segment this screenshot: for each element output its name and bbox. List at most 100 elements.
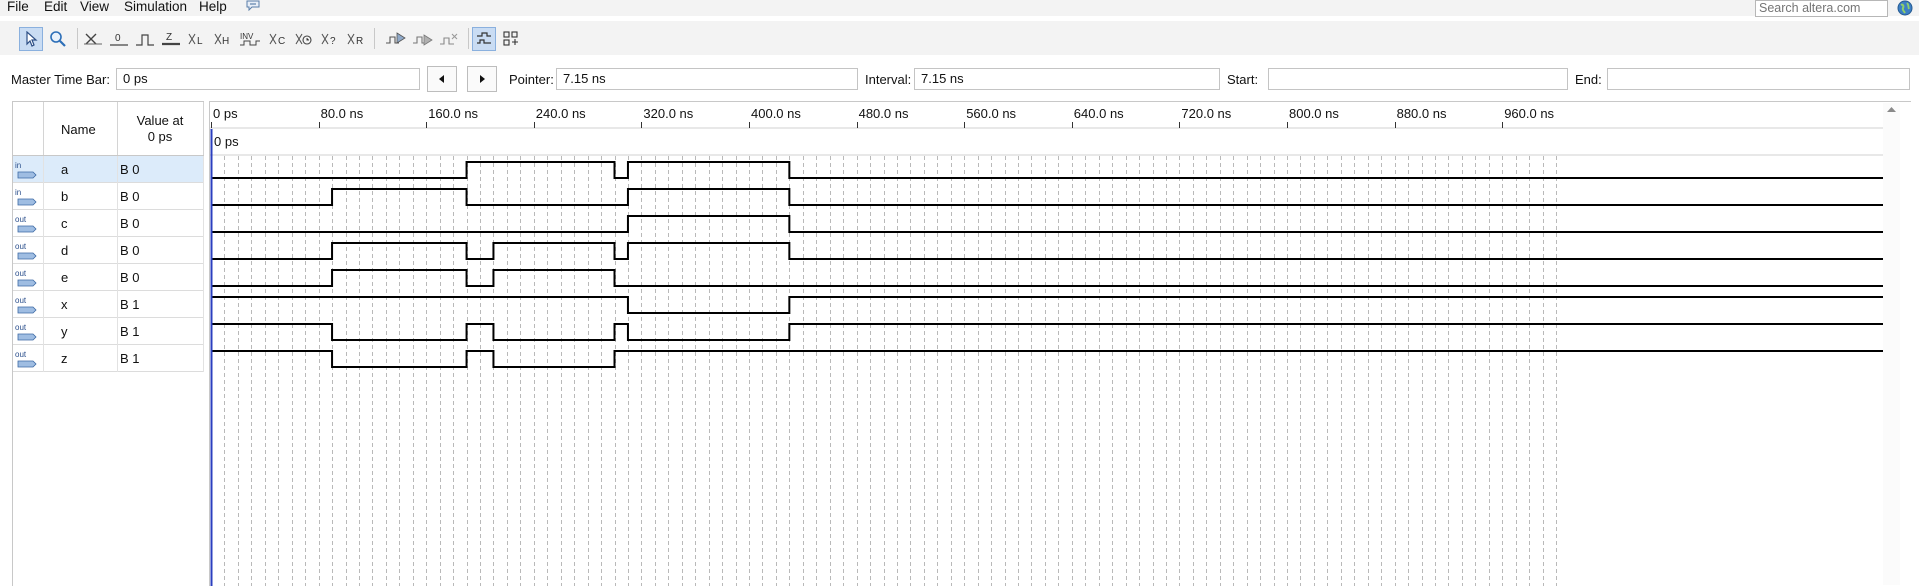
column-divider: [203, 102, 204, 155]
signal-row-e[interactable]: out e B 0: [13, 264, 204, 291]
signal-name: b: [61, 189, 69, 204]
force-low-button[interactable]: 0: [107, 27, 131, 51]
time-scale-label: 800.0 ns: [1289, 106, 1339, 121]
svg-text:in: in: [15, 161, 21, 170]
force-weak-high-button[interactable]: H: [211, 27, 235, 51]
run-functional-simulation-icon: [386, 32, 406, 44]
force-weak-low-button[interactable]: L: [185, 27, 209, 51]
master-time-bar-field[interactable]: 0 ps: [116, 68, 420, 90]
column-divider: [203, 210, 204, 237]
menu-file[interactable]: File: [7, 0, 29, 14]
interval-label: Interval:: [865, 72, 912, 87]
overwrite-clock-button[interactable]: [292, 27, 316, 51]
force-low-icon: 0: [110, 33, 128, 46]
force-high-impedance-icon: Z: [162, 32, 180, 46]
column-divider: [117, 264, 118, 291]
time-scale-label: 240.0 ns: [536, 106, 586, 121]
column-divider: [117, 291, 118, 318]
signal-list: Name Value at 0 ps in a B 0 in b B 0 out…: [12, 101, 204, 586]
svg-text:in: in: [15, 188, 21, 197]
output-pin-icon: out: [15, 350, 37, 368]
triangle-right-icon: [480, 75, 485, 83]
waveform-canvas[interactable]: 0 ps 80.0 ns 160.0 ns 240.0 ns 320.0 ns 400.0…: [210, 102, 1911, 586]
search-box: [1755, 0, 1888, 17]
svg-text:out: out: [15, 323, 27, 332]
column-divider: [203, 183, 204, 210]
signal-value: B 1: [120, 324, 140, 339]
time-scale-label: 960.0 ns: [1504, 106, 1554, 121]
signal-name: x: [61, 297, 68, 312]
time-cursor[interactable]: 0 ps: [210, 129, 240, 586]
snap-to-grid-icon: [503, 31, 518, 46]
start-field[interactable]: [1268, 68, 1568, 90]
column-divider: [117, 156, 118, 183]
svg-text:0: 0: [115, 33, 121, 44]
signal-row-b[interactable]: in b B 0: [13, 183, 204, 210]
signal-name: c: [61, 216, 68, 231]
pointer-label: Pointer:: [509, 72, 554, 87]
time-scale-label: 0 ps: [213, 106, 238, 121]
time-scale-label: 80.0 ns: [321, 106, 364, 121]
chat-icon[interactable]: [246, 0, 260, 11]
force-unknown-button[interactable]: [81, 27, 105, 51]
run-timing-simulation-button[interactable]: [411, 27, 435, 51]
pointer-field: 7.15 ns: [556, 68, 858, 90]
search-input[interactable]: [1756, 1, 1885, 15]
waveform-panel[interactable]: 0 ps 80.0 ns 160.0 ns 240.0 ns 320.0 ns 400.0…: [209, 101, 1911, 586]
previous-transition-button[interactable]: [427, 66, 457, 92]
invert-button[interactable]: INV: [238, 27, 262, 51]
force-high-button[interactable]: [133, 27, 157, 51]
signal-value: B 0: [120, 270, 140, 285]
waveforms: [211, 161, 1886, 368]
signal-row-a[interactable]: in a B 0: [13, 156, 204, 183]
output-pin-icon: out: [15, 296, 37, 314]
menu-help[interactable]: Help: [199, 0, 227, 14]
next-transition-button[interactable]: [467, 66, 497, 92]
count-value-button[interactable]: C: [266, 27, 290, 51]
random-values-icon: R: [347, 33, 363, 47]
force-weak-low-icon: L: [188, 33, 203, 47]
menu-simulation[interactable]: Simulation: [124, 0, 187, 14]
toolbar-separator: [468, 28, 469, 49]
waveform-a: [211, 161, 1886, 179]
zoom-tool-button[interactable]: [46, 27, 70, 51]
signal-row-z[interactable]: out z B 1: [13, 345, 204, 372]
scroll-up-arrow-icon[interactable]: [1883, 103, 1900, 117]
input-pin-icon: in: [15, 161, 37, 179]
column-divider: [117, 345, 118, 372]
signal-row-y[interactable]: out y B 1: [13, 318, 204, 345]
globe-icon[interactable]: [1897, 0, 1913, 16]
run-functional-simulation-button[interactable]: [384, 27, 408, 51]
value-column-header[interactable]: Value at 0 ps: [117, 113, 203, 145]
snap-to-grid-button[interactable]: [499, 27, 523, 51]
signal-value: B 0: [120, 189, 140, 204]
force-high-icon: [136, 34, 154, 46]
menu-view[interactable]: View: [80, 0, 109, 14]
column-divider: [203, 318, 204, 345]
column-divider: [117, 183, 118, 210]
vertical-scrollbar[interactable]: [1883, 103, 1900, 585]
output-pin-icon: out: [15, 323, 37, 341]
signal-row-d[interactable]: out d B 0: [13, 237, 204, 264]
svg-text:L: L: [197, 36, 203, 47]
time-cursor-label: 0 ps: [214, 134, 239, 149]
signal-row-x[interactable]: out x B 1: [13, 291, 204, 318]
time-scale-label: 320.0 ns: [643, 106, 693, 121]
signal-name: e: [61, 270, 69, 285]
end-field[interactable]: [1607, 68, 1910, 90]
name-column-header[interactable]: Name: [61, 122, 96, 137]
force-unknown-icon: [84, 33, 102, 45]
column-divider: [203, 291, 204, 318]
selection-tool-button[interactable]: [19, 27, 43, 51]
output-pin-icon: out: [15, 242, 37, 260]
menu-edit[interactable]: Edit: [44, 0, 67, 14]
waveform-editor-view-button[interactable]: [472, 27, 496, 51]
force-high-impedance-button[interactable]: Z: [159, 27, 183, 51]
arbitrary-value-button[interactable]: ?: [318, 27, 342, 51]
random-values-button[interactable]: R: [344, 27, 368, 51]
signal-row-c[interactable]: out c B 0: [13, 210, 204, 237]
time-bar-row: Master Time Bar: 0 ps Pointer: 7.15 ns I…: [0, 63, 1919, 93]
waveform-d: [211, 242, 1886, 260]
generate-netlist-button[interactable]: [438, 27, 462, 51]
svg-text:out: out: [15, 350, 27, 359]
